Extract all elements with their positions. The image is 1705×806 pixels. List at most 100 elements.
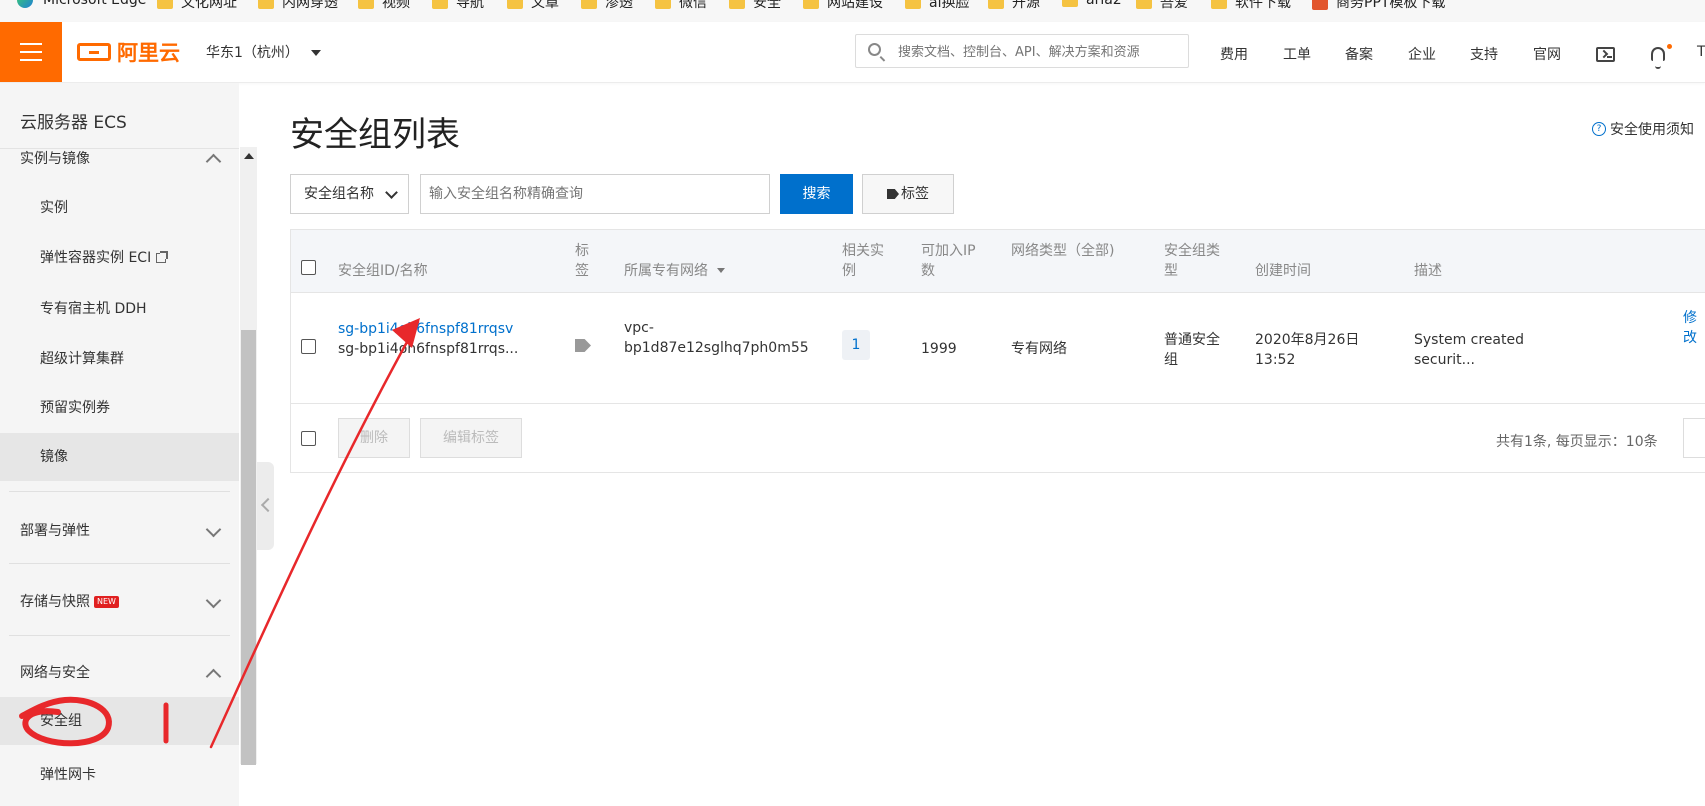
description: System created securit... bbox=[1414, 332, 1524, 368]
network-type: 专有网络 bbox=[1011, 341, 1067, 357]
chevron-down-icon[interactable] bbox=[205, 592, 222, 609]
tag-filter-button[interactable]: 标签 bbox=[862, 174, 954, 214]
bookmark-ppt[interactable]: 商务PPT模板下载 bbox=[1312, 0, 1445, 12]
bookmark-folder[interactable]: 开源 bbox=[988, 0, 1040, 12]
aliyun-logo-icon bbox=[77, 43, 111, 61]
security-group-id-link[interactable]: sg-bp1i4oh6fnspf81rrqsv bbox=[338, 319, 513, 339]
bookmark-folder[interactable]: 视频 bbox=[358, 0, 410, 12]
header-overflow-item[interactable]: T bbox=[1697, 44, 1705, 60]
sidebar-group-deployment[interactable]: 部署与弹性 bbox=[20, 520, 90, 540]
chevron-up-icon[interactable] bbox=[205, 668, 222, 685]
folder-icon bbox=[655, 0, 671, 9]
nav-billing[interactable]: 费用 bbox=[1220, 44, 1248, 64]
vpc-id: vpc-bp1d87e12sglhq7ph0m55 bbox=[624, 320, 809, 356]
security-group-table: 安全组ID/名称 标签 所属专有网络 相关实例 可加入IP 数 网络类型（全部) … bbox=[290, 229, 1705, 473]
sidebar-collapse-handle[interactable] bbox=[257, 462, 274, 550]
nav-icp[interactable]: 备案 bbox=[1345, 44, 1373, 64]
filter-field-select[interactable]: 安全组名称 bbox=[290, 174, 409, 214]
select-all-checkbox[interactable] bbox=[301, 260, 316, 275]
table-footer: 删除 编辑标签 共有1条, 每页显示：10条 bbox=[291, 404, 1705, 474]
sidebar-item-images[interactable]: 镜像 bbox=[0, 433, 239, 481]
folder-icon bbox=[905, 0, 921, 9]
sidebar-item-eci[interactable]: 弹性容器实例 ECI bbox=[0, 234, 239, 282]
sidebar-item-eni[interactable]: 弹性网卡 bbox=[0, 751, 239, 799]
scroll-up-arrow-icon[interactable] bbox=[244, 153, 254, 159]
column-description: 描述 bbox=[1414, 263, 1442, 279]
bookmark-folder[interactable]: aria2 bbox=[1062, 0, 1122, 8]
tag-icon[interactable] bbox=[575, 339, 591, 352]
bookmark-folder[interactable]: 内网穿透 bbox=[258, 0, 338, 12]
security-group-name: sg-bp1i4oh6fnspf81rrqs... bbox=[338, 341, 519, 357]
chevron-down-icon[interactable] bbox=[205, 521, 222, 538]
delete-button[interactable]: 删除 bbox=[338, 418, 410, 458]
notification-dot bbox=[1667, 44, 1672, 49]
bookmarks-bar: Microsoft Edge 文化网址 内网穿透 视频 导航 文章 渗透 微信 … bbox=[0, 0, 1705, 23]
bookmark-folder[interactable]: 吾爱 bbox=[1136, 0, 1188, 12]
nav-tickets[interactable]: 工单 bbox=[1283, 44, 1311, 64]
bookmark-folder[interactable]: 网站建设 bbox=[803, 0, 883, 12]
scrollbar-thumb[interactable] bbox=[241, 330, 256, 765]
region-selector[interactable]: 华东1（杭州） bbox=[206, 42, 299, 62]
instance-count-badge[interactable]: 1 bbox=[842, 330, 870, 360]
top-header: 阿里云 华东1（杭州） 费用 工单 备案 企业 支持 官网 T bbox=[0, 22, 1705, 83]
bookmark-folder[interactable]: 微信 bbox=[655, 0, 707, 12]
bookmark-folder[interactable]: 安全 bbox=[729, 0, 781, 12]
nav-official-site[interactable]: 官网 bbox=[1533, 44, 1561, 64]
bookmark-folder[interactable]: 导航 bbox=[432, 0, 484, 12]
search-icon bbox=[868, 43, 881, 56]
sidebar-title: 云服务器 ECS bbox=[20, 113, 127, 133]
row-checkbox[interactable] bbox=[301, 339, 316, 354]
folder-icon bbox=[432, 0, 448, 9]
external-link-icon bbox=[156, 251, 169, 263]
edit-tags-button[interactable]: 编辑标签 bbox=[420, 418, 522, 458]
bookmark-folder[interactable]: 软件下载 bbox=[1211, 0, 1291, 12]
column-ip-count: 可加入IP 数 bbox=[921, 243, 976, 279]
new-badge: NEW bbox=[94, 596, 119, 608]
sidebar-item-security-group[interactable]: 安全组 bbox=[0, 697, 239, 745]
sidebar-item-instances[interactable]: 实例 bbox=[0, 184, 239, 232]
sidebar-item-super-computing[interactable]: 超级计算集群 bbox=[0, 335, 239, 383]
bookmark-folder[interactable]: ai换脸 bbox=[905, 0, 969, 12]
sidebar-group-storage[interactable]: 存储与快照 NEW bbox=[20, 591, 119, 611]
bell-icon[interactable] bbox=[1651, 47, 1665, 69]
folder-icon bbox=[507, 0, 523, 9]
divider bbox=[9, 563, 230, 564]
modify-link[interactable]: 修改 bbox=[1683, 308, 1705, 348]
chevron-up-icon[interactable] bbox=[205, 153, 222, 170]
folder-icon bbox=[1211, 0, 1227, 9]
hamburger-menu-button[interactable] bbox=[0, 22, 62, 82]
bookmark-folder[interactable]: 文化网址 bbox=[157, 0, 237, 12]
sidebar-group-instances-images[interactable]: 实例与镜像 bbox=[20, 148, 90, 168]
terminal-icon[interactable] bbox=[1596, 47, 1615, 62]
sidebar-item-reserved-instances[interactable]: 预留实例券 bbox=[0, 384, 239, 432]
bookmark-edge[interactable]: Microsoft Edge bbox=[17, 0, 146, 8]
search-button[interactable]: 搜索 bbox=[780, 174, 853, 214]
footer-select-all-checkbox[interactable] bbox=[301, 431, 316, 446]
created-time: 2020年8月26日 13:52 bbox=[1255, 332, 1360, 368]
column-network-type[interactable]: 网络类型（全部) bbox=[1011, 241, 1114, 261]
folder-icon bbox=[729, 0, 745, 9]
security-group-search[interactable] bbox=[420, 174, 770, 214]
security-notice-link[interactable]: ? 安全使用须知 bbox=[1592, 119, 1694, 139]
sidebar-group-network[interactable]: 网络与安全 bbox=[20, 662, 90, 682]
tag-icon bbox=[887, 189, 899, 199]
caret-down-icon[interactable] bbox=[311, 50, 321, 56]
column-vpc: 所属专有网络 bbox=[624, 263, 708, 279]
global-search-input[interactable] bbox=[896, 40, 1185, 64]
help-icon: ? bbox=[1592, 122, 1606, 136]
aliyun-logo[interactable]: 阿里云 bbox=[77, 38, 180, 66]
column-sg-type: 安全组类型 bbox=[1164, 243, 1220, 279]
nav-support[interactable]: 支持 bbox=[1470, 44, 1498, 64]
sidebar: 云服务器 ECS 实例与镜像 实例 弹性容器实例 ECI 专有宿主机 DDH 超… bbox=[0, 83, 239, 806]
page-size-select[interactable] bbox=[1683, 418, 1705, 458]
global-search[interactable] bbox=[855, 34, 1189, 68]
nav-enterprise[interactable]: 企业 bbox=[1408, 44, 1436, 64]
divider bbox=[9, 491, 230, 492]
bookmark-folder[interactable]: 文章 bbox=[507, 0, 559, 12]
column-id-name: 安全组ID/名称 bbox=[338, 263, 428, 279]
column-created: 创建时间 bbox=[1255, 263, 1311, 279]
bookmark-folder[interactable]: 渗透 bbox=[581, 0, 633, 12]
sidebar-item-ddh[interactable]: 专有宿主机 DDH bbox=[0, 285, 239, 333]
caret-down-icon[interactable] bbox=[717, 268, 725, 273]
security-group-search-input[interactable] bbox=[421, 175, 769, 213]
